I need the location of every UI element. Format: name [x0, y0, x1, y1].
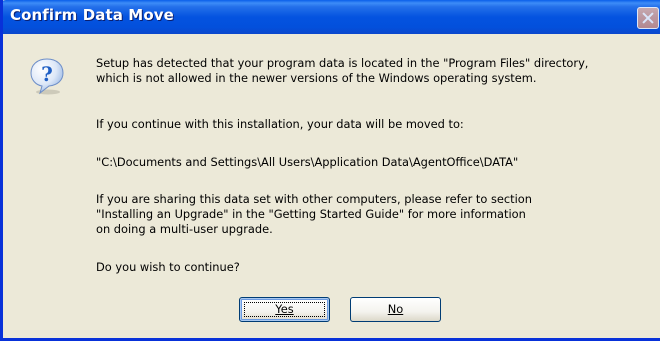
- message-line: Setup has detected that your program dat…: [96, 56, 589, 70]
- close-button[interactable]: [637, 7, 659, 29]
- message-paragraph-1: Setup has detected that your program dat…: [96, 56, 588, 86]
- message-line: which is not allowed in the newer versio…: [96, 71, 537, 85]
- continue-question: Do you wish to continue?: [96, 260, 240, 274]
- dialog-title: Confirm Data Move: [10, 6, 174, 24]
- yes-button-label: Yes: [275, 302, 294, 316]
- no-button-label: No: [387, 302, 404, 316]
- no-button[interactable]: No: [350, 297, 441, 322]
- message-line: "Installing an Upgrade" in the "Getting …: [96, 207, 526, 221]
- yes-button[interactable]: Yes: [239, 297, 330, 322]
- message-paragraph-2: If you continue with this installation, …: [96, 117, 464, 131]
- dialog-window: Confirm Data Move ? Setup has detected t…: [0, 0, 660, 341]
- message-line: If you are sharing this data set with ot…: [96, 192, 532, 206]
- message-line: on doing a multi-user upgrade.: [96, 222, 273, 236]
- question-icon: ?: [30, 58, 64, 95]
- message-paragraph-4: If you are sharing this data set with ot…: [96, 192, 532, 237]
- svg-text:?: ?: [41, 62, 53, 86]
- data-path-text: "C:\Documents and Settings\All Users\App…: [96, 155, 519, 169]
- title-bar[interactable]: Confirm Data Move: [3, 0, 660, 34]
